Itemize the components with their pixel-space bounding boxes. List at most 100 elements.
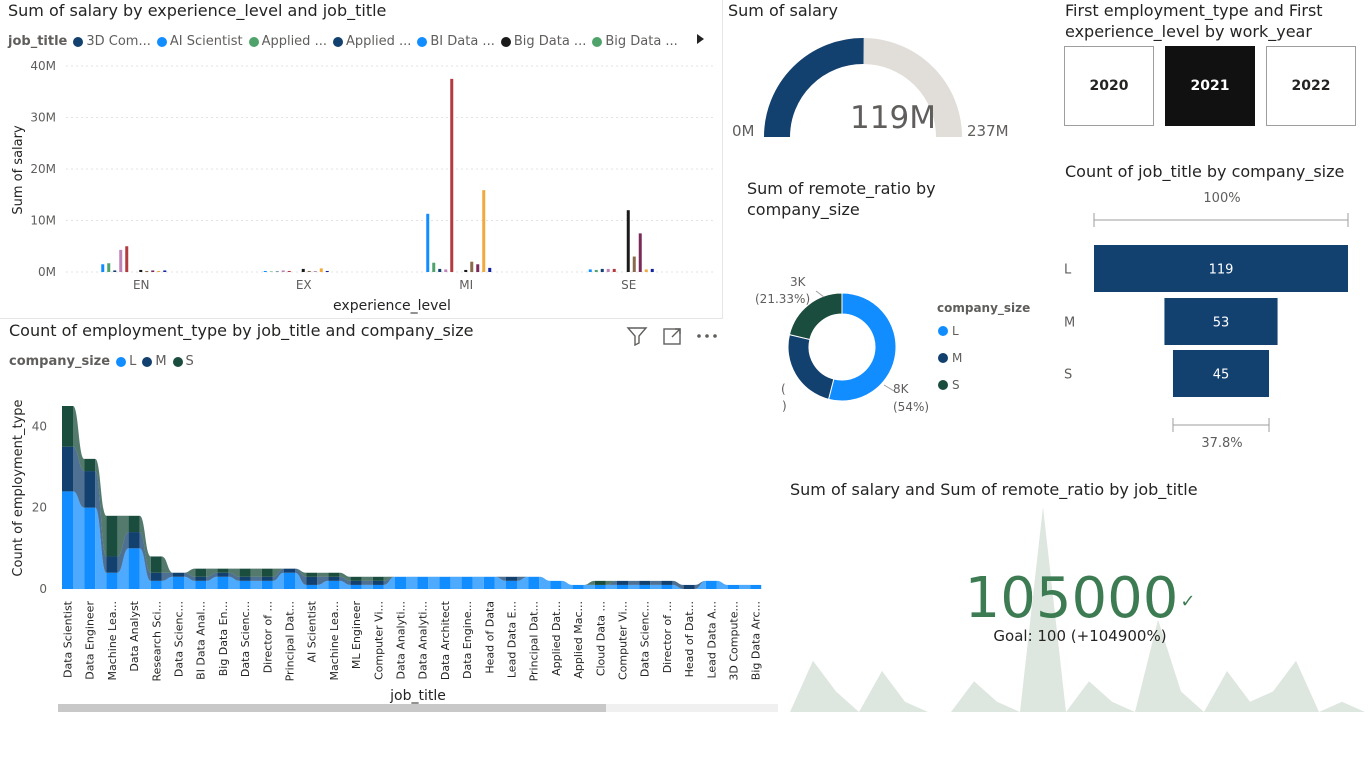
ribbon-segment <box>372 584 384 589</box>
salary-bar <box>319 268 323 272</box>
donut-legend-item-s[interactable]: S <box>938 378 960 392</box>
slicer-option-2021[interactable]: 2021 <box>1165 46 1255 126</box>
ribbon-segment <box>683 584 695 589</box>
ribbon-segment <box>261 568 273 577</box>
x-tick-label: BI Data Anal... <box>195 601 208 680</box>
x-tick-label: Machine Lea... <box>328 601 341 680</box>
salary-bar <box>488 267 492 272</box>
x-tick-label: Computer Vi... <box>617 601 630 680</box>
ribbon-segment <box>173 576 184 589</box>
salary-by-experience-panel: Sum of salary by experience_level and jo… <box>0 0 724 320</box>
x-tick-label: Applied Dat... <box>550 601 563 676</box>
ribbon-segment <box>417 576 429 589</box>
x-tick-label: ML Engineer <box>350 601 363 670</box>
gauge-min-label: 0M <box>732 122 755 140</box>
work-year-slicer-panel: First employment_type and First experien… <box>1062 0 1371 140</box>
salary-bar <box>275 271 279 272</box>
kpi-goal: Goal: 100 (+104900%) <box>993 627 1167 645</box>
salary-bar <box>163 270 167 272</box>
ribbon-band <box>450 576 462 589</box>
donut-label-top: 3K <box>790 275 806 289</box>
ribbon-band <box>605 584 617 589</box>
salary-bar <box>626 210 630 272</box>
x-tick-label: Lead Data E... <box>506 601 519 678</box>
legend-dot <box>938 353 948 363</box>
salary-bar <box>269 271 273 272</box>
ribbon-segment <box>62 406 73 447</box>
ribbon-segment <box>594 584 606 589</box>
ribbon-segment <box>195 580 207 589</box>
x-tick-label: SE <box>621 278 636 292</box>
ribbon-segment <box>150 580 162 589</box>
donut-legend-item-m[interactable]: M <box>938 351 962 365</box>
salary-bar <box>287 270 291 272</box>
salary-bar <box>307 270 311 272</box>
ribbon-segment <box>506 576 517 581</box>
ribbon-band <box>250 576 262 581</box>
x-tick-label: Research Sci... <box>150 601 163 682</box>
salary-bar <box>119 249 123 272</box>
x-tick-label: AI Scientist <box>306 600 319 662</box>
legend-label: L <box>952 324 959 338</box>
salary-bar <box>139 269 143 272</box>
ribbon-segment <box>461 576 473 589</box>
employment-type-ribbon-panel: Count of employment_type by job_title an… <box>0 318 785 718</box>
salary-bar <box>650 268 654 272</box>
ribbon-segment <box>550 580 562 589</box>
ribbon-segment <box>128 548 140 589</box>
slicer-option-2022[interactable]: 2022 <box>1266 46 1356 126</box>
donut-label-right-pct: (54%) <box>893 400 930 414</box>
ribbon-segment <box>750 584 762 589</box>
x-tick-label: Machine Lea... <box>106 601 119 680</box>
salary-bar <box>107 263 111 272</box>
salary-bar <box>301 268 305 272</box>
ribbon-band <box>539 576 551 589</box>
ribbon-segment <box>239 576 251 581</box>
slicer-title-line2: experience_level by work_year <box>1065 22 1312 41</box>
ribbon-segment <box>372 580 384 585</box>
legend-dot <box>938 326 948 336</box>
horizontal-scrollbar[interactable] <box>58 704 778 712</box>
y-tick-label: 30M <box>30 111 56 125</box>
ribbon-band <box>650 584 662 589</box>
ribbon-segment <box>84 458 96 472</box>
ribbon-segment <box>106 556 118 573</box>
funnel-category-label: M <box>1064 316 1075 331</box>
ribbon-segment <box>617 584 628 589</box>
x-tick-label: Data Scienc... <box>239 601 252 677</box>
ribbon-band <box>250 580 262 589</box>
slicer-option-2020[interactable]: 2020 <box>1064 46 1154 126</box>
ribbon-segment <box>195 576 207 581</box>
salary-bar <box>157 270 161 272</box>
x-tick-label: Cloud Data ... <box>594 601 607 676</box>
ribbon-segment <box>62 446 73 492</box>
company-size-funnel: 119 L 53 M 45 S <box>1064 213 1349 432</box>
salary-bar <box>145 270 149 272</box>
y-tick-label: 40M <box>30 59 56 73</box>
donut-label-right: 8K <box>893 382 909 396</box>
salary-bar <box>113 270 117 272</box>
ribbon-segment <box>239 568 251 577</box>
ribbon-segment <box>350 580 362 585</box>
funnel-category-label: S <box>1064 368 1072 383</box>
ribbon-segment <box>128 515 140 533</box>
salary-bar <box>612 268 616 272</box>
salary-bar <box>470 261 474 272</box>
scrollbar-thumb[interactable] <box>58 704 606 712</box>
donut-legend-item-l[interactable]: L <box>938 324 959 338</box>
y-tick-label: 0M <box>38 265 56 279</box>
x-tick-label: Computer Vi... <box>372 601 385 680</box>
ribbon-segment <box>150 556 162 573</box>
salary-bar-chart: 0M 10M 20M 30M 40M Sum of salary experience_le… <box>11 59 716 314</box>
x-tick-label: Principal Dat... <box>284 601 297 681</box>
salary-bar <box>281 270 285 272</box>
x-tick-label: EX <box>296 278 312 292</box>
ribbon-band <box>161 556 173 573</box>
ribbon-segment <box>306 584 318 589</box>
legend-dot <box>938 380 948 390</box>
ribbon-segment <box>62 491 73 589</box>
salary-bar <box>644 269 648 272</box>
ribbon-band <box>406 576 418 589</box>
y-tick-label: 20 <box>32 501 47 515</box>
salary-bar <box>101 264 105 272</box>
